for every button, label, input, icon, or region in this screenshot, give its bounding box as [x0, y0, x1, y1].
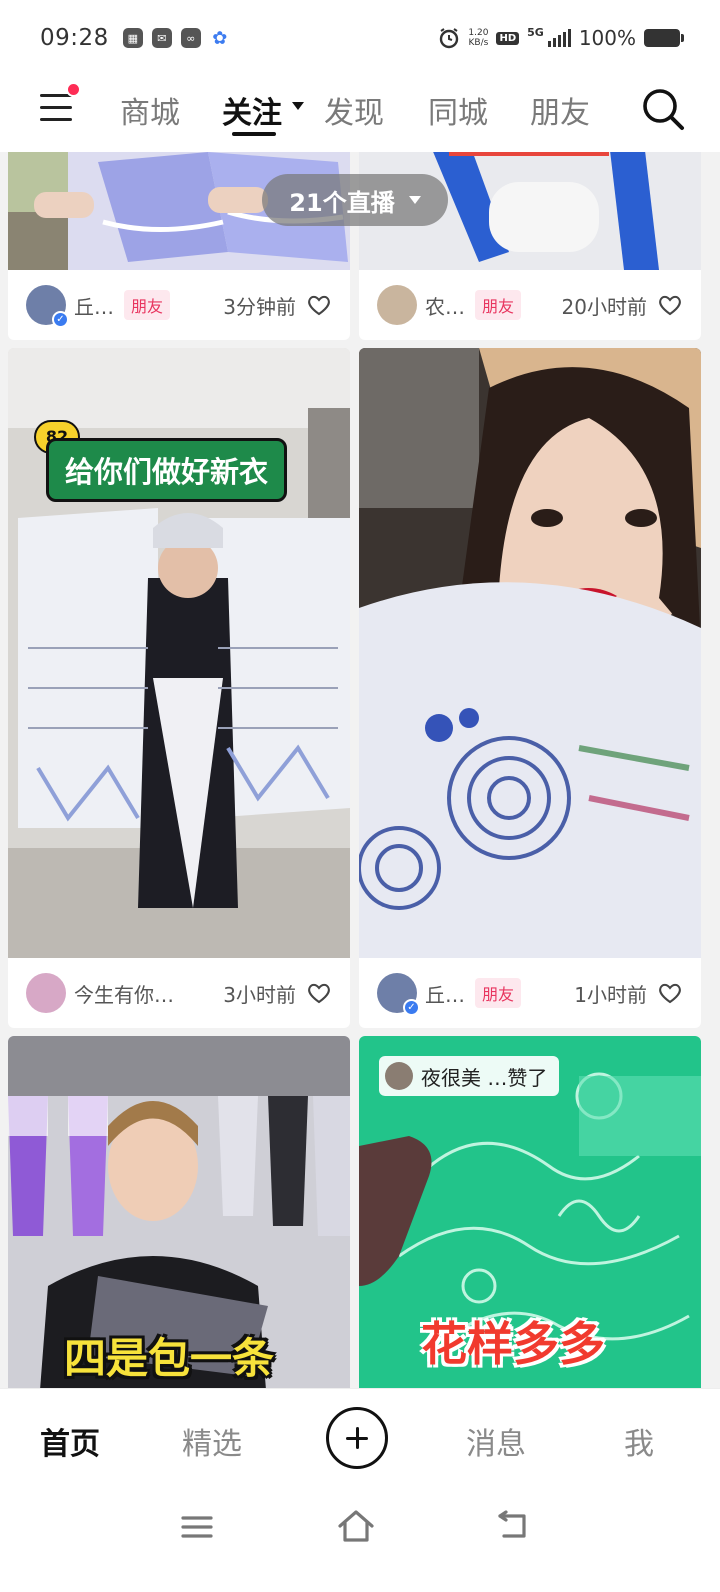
network-type: 5G [527, 26, 544, 39]
author-avatar[interactable] [26, 973, 66, 1013]
tab-discover[interactable]: 发现 [324, 88, 384, 132]
video-thumbnail[interactable]: 82 给你们做好新衣 [8, 348, 350, 958]
tab-featured[interactable]: 精选 [182, 1419, 242, 1463]
friend-badge: 朋友 [475, 978, 522, 1008]
battery-percent: 100% [578, 26, 636, 50]
post-time: 1小时前 [574, 982, 647, 1007]
tab-me[interactable]: 我 [624, 1419, 654, 1463]
card-footer: ✓ 丘… 朋友 3分钟前 [8, 270, 350, 340]
friend-badge: 朋友 [124, 290, 171, 320]
video-caption: 四是包一条 [64, 1334, 275, 1383]
tab-nearby[interactable]: 同城 [428, 88, 488, 132]
post-time: 20小时前 [561, 294, 647, 319]
home-icon[interactable] [336, 1508, 376, 1544]
active-tab-indicator [232, 132, 276, 136]
battery-icon [644, 29, 684, 47]
system-status: 1.20 KB/s HD 5G 100% [438, 26, 684, 50]
bottom-tab-bar: 首页 精选 消息 我 [0, 1388, 720, 1492]
create-post-button[interactable] [326, 1407, 388, 1469]
top-nav: 商城 关注 发现 同城 朋友 [0, 76, 720, 152]
verified-icon: ✓ [403, 999, 420, 1016]
post-time: 3分钟前 [223, 294, 296, 319]
author-avatar[interactable]: ✓ [26, 285, 69, 328]
author-name[interactable]: 今生有你… [74, 979, 174, 1008]
notification-icons: ▦ ✉ ∞ ✿ [122, 27, 230, 49]
liked-by-label[interactable]: 夜很美 …赞了 [379, 1056, 560, 1096]
author-avatar[interactable] [377, 285, 417, 325]
video-feed[interactable]: ✓ 丘… 朋友 3分钟前 农… 朋友 20小时前 82 给你们做好新衣 今生有你… [0, 152, 720, 1410]
post-time: 3小时前 [223, 982, 296, 1007]
hd-icon: HD [496, 31, 520, 45]
app-screen: 09:28 ▦ ✉ ∞ ✿ 1.20 KB/s HD 5G 100% 商城 关注… [0, 0, 720, 1592]
message-notification-icon: ✉ [151, 28, 172, 48]
tab-friends[interactable]: 朋友 [530, 88, 590, 132]
notification-dot [66, 82, 81, 97]
search-icon[interactable] [640, 86, 686, 132]
link-notification-icon: ∞ [180, 28, 201, 48]
system-navigation-bar [0, 1492, 720, 1592]
recent-apps-icon[interactable] [180, 1512, 214, 1542]
verified-icon: ✓ [52, 311, 69, 328]
friend-badge: 朋友 [475, 290, 522, 320]
chevron-down-icon[interactable] [292, 102, 304, 110]
alarm-icon [440, 28, 459, 49]
status-time: 09:28 [40, 25, 109, 51]
back-icon[interactable] [494, 1510, 530, 1542]
video-card[interactable]: 夜很美 …赞了 花样多多 [359, 1036, 701, 1410]
net-speed: 1.20 KB/s [468, 28, 489, 48]
author-name[interactable]: 农… [425, 291, 465, 320]
heart-icon[interactable] [657, 293, 683, 317]
card-footer: 农… 朋友 20小时前 [359, 270, 701, 340]
tab-messages[interactable]: 消息 [466, 1419, 526, 1463]
video-thumbnail[interactable] [359, 348, 701, 958]
chevron-down-icon [408, 196, 421, 204]
status-bar: 09:28 ▦ ✉ ∞ ✿ 1.20 KB/s HD 5G 100% [0, 0, 720, 76]
paw-notification-icon: ✿ [212, 27, 228, 49]
menu-icon[interactable] [40, 82, 81, 126]
tab-following[interactable]: 关注 [222, 88, 282, 132]
author-avatar[interactable]: ✓ [377, 973, 420, 1016]
heart-icon[interactable] [306, 981, 332, 1005]
video-card[interactable]: 82 给你们做好新衣 今生有你… 3小时前 [8, 348, 350, 1028]
author-name[interactable]: 丘… [425, 979, 465, 1008]
video-thumbnail[interactable]: 四是包一条 [8, 1036, 350, 1410]
video-card[interactable]: ✓ 丘… 朋友 1小时前 [359, 348, 701, 1028]
heart-icon[interactable] [657, 981, 683, 1005]
liker-avatar [385, 1062, 413, 1090]
signal-icon [547, 29, 571, 47]
card-footer: 今生有你… 3小时前 [8, 958, 350, 1028]
live-streams-button[interactable]: 21个直播 [262, 174, 448, 226]
tab-home[interactable]: 首页 [40, 1419, 100, 1463]
author-name[interactable]: 丘… [74, 291, 114, 320]
video-card[interactable]: 四是包一条 [8, 1036, 350, 1410]
video-caption: 花样多多 [421, 1317, 605, 1371]
app-notification-icon: ▦ [122, 28, 143, 48]
card-footer: ✓ 丘… 朋友 1小时前 [359, 958, 701, 1028]
video-thumbnail[interactable]: 夜很美 …赞了 花样多多 [359, 1036, 701, 1410]
heart-icon[interactable] [306, 293, 332, 317]
video-caption: 给你们做好新衣 [46, 438, 288, 502]
tab-mall[interactable]: 商城 [120, 88, 180, 132]
